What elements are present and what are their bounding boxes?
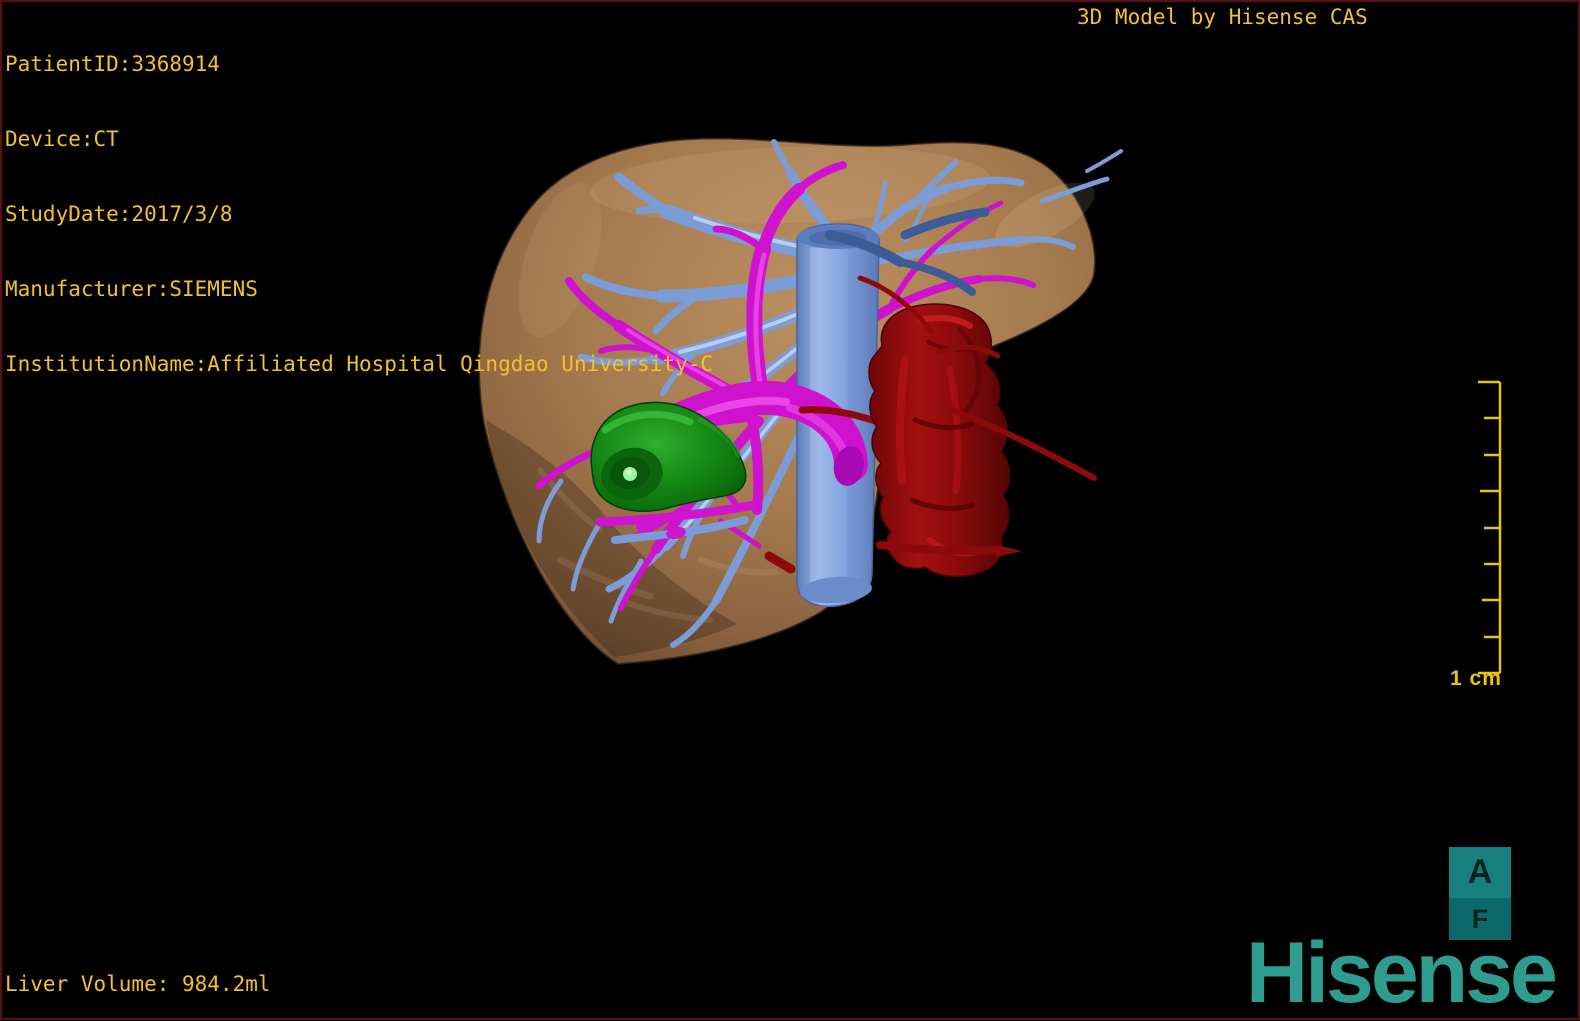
patient-id-line: PatientID:3368914 (5, 52, 220, 76)
scale-bar-label: 1 cm (1450, 667, 1502, 690)
study-date-line: StudyDate:2017/3/8 (5, 202, 233, 226)
device-line: Device:CT (5, 127, 119, 151)
patient-info-overlay: PatientID:3368914 Device:CT StudyDate:20… (5, 2, 713, 402)
institution-line: InstitutionName:Affiliated Hospital Qing… (5, 352, 714, 376)
liver-volume-readout: Liver Volume: 984.2ml (5, 972, 271, 996)
hisense-logo: Hisense (1246, 925, 1558, 1021)
manufacturer-line: Manufacturer:SIEMENS (5, 277, 258, 301)
orientation-anterior-label[interactable]: A (1449, 847, 1511, 898)
scale-bar (1478, 380, 1502, 675)
watermark-title: 3D Model by Hisense CAS (1077, 5, 1368, 29)
